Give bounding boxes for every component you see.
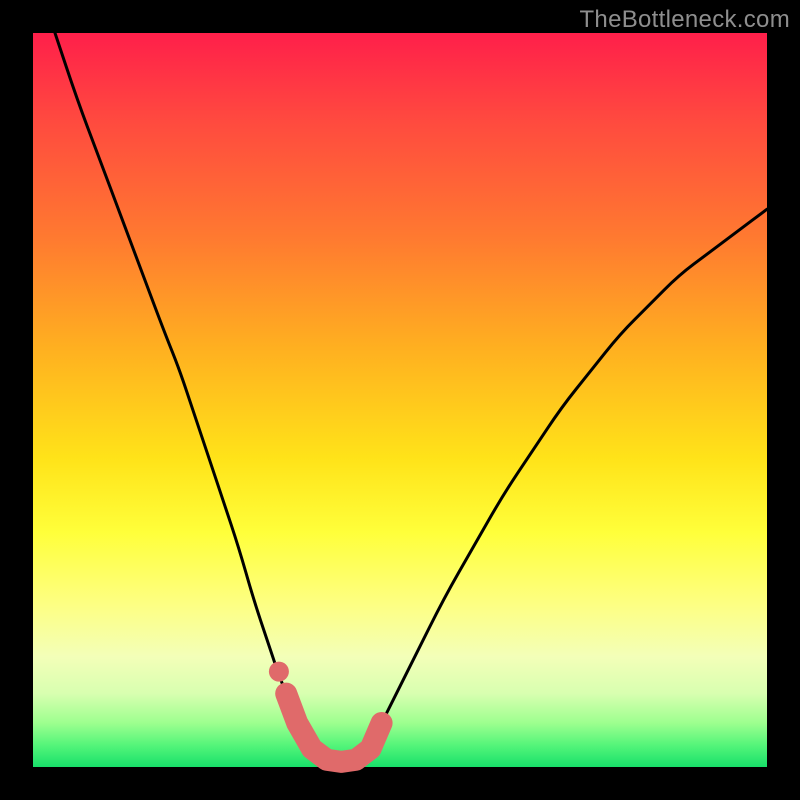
trough-path <box>286 694 381 762</box>
plot-area <box>33 33 767 767</box>
curve-layer <box>33 33 767 767</box>
watermark-text: TheBottleneck.com <box>579 6 790 34</box>
chart-frame: TheBottleneck.com <box>0 0 800 800</box>
bottleneck-curve <box>55 33 767 762</box>
trough-highlight <box>269 662 382 762</box>
trough-dot <box>269 662 289 682</box>
